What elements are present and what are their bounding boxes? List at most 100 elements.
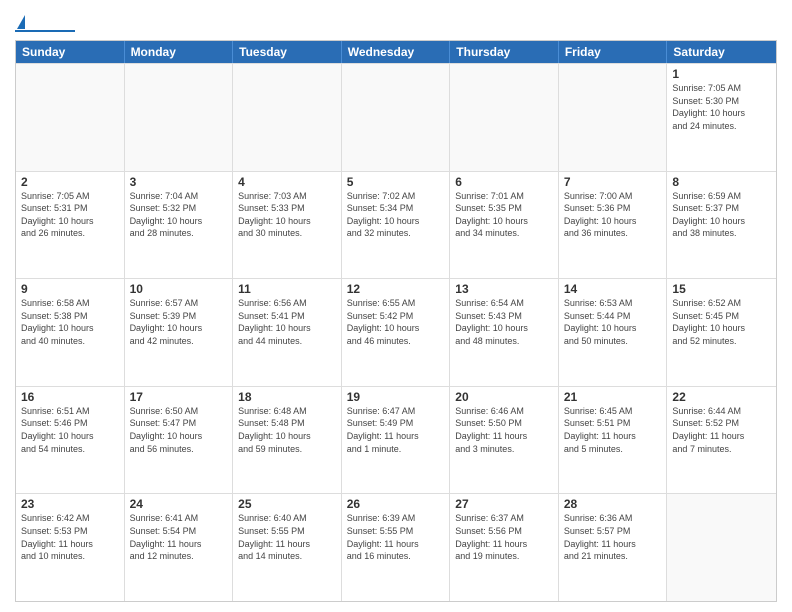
day-number: 8 — [672, 175, 771, 189]
day-info: Sunrise: 7:04 AM Sunset: 5:32 PM Dayligh… — [130, 190, 228, 240]
calendar-cell: 11Sunrise: 6:56 AM Sunset: 5:41 PM Dayli… — [233, 279, 342, 386]
calendar-cell: 12Sunrise: 6:55 AM Sunset: 5:42 PM Dayli… — [342, 279, 451, 386]
calendar-cell: 24Sunrise: 6:41 AM Sunset: 5:54 PM Dayli… — [125, 494, 234, 601]
weekday-header: Monday — [125, 41, 234, 63]
calendar-cell: 1Sunrise: 7:05 AM Sunset: 5:30 PM Daylig… — [667, 64, 776, 171]
weekday-header: Saturday — [667, 41, 776, 63]
calendar-cell: 6Sunrise: 7:01 AM Sunset: 5:35 PM Daylig… — [450, 172, 559, 279]
day-info: Sunrise: 6:47 AM Sunset: 5:49 PM Dayligh… — [347, 405, 445, 455]
calendar-header: SundayMondayTuesdayWednesdayThursdayFrid… — [16, 41, 776, 63]
day-info: Sunrise: 6:53 AM Sunset: 5:44 PM Dayligh… — [564, 297, 662, 347]
day-info: Sunrise: 6:52 AM Sunset: 5:45 PM Dayligh… — [672, 297, 771, 347]
day-number: 11 — [238, 282, 336, 296]
day-number: 27 — [455, 497, 553, 511]
day-info: Sunrise: 7:02 AM Sunset: 5:34 PM Dayligh… — [347, 190, 445, 240]
day-info: Sunrise: 6:37 AM Sunset: 5:56 PM Dayligh… — [455, 512, 553, 562]
page: SundayMondayTuesdayWednesdayThursdayFrid… — [0, 0, 792, 612]
calendar: SundayMondayTuesdayWednesdayThursdayFrid… — [15, 40, 777, 602]
calendar-cell: 9Sunrise: 6:58 AM Sunset: 5:38 PM Daylig… — [16, 279, 125, 386]
day-info: Sunrise: 6:45 AM Sunset: 5:51 PM Dayligh… — [564, 405, 662, 455]
calendar-row: 9Sunrise: 6:58 AM Sunset: 5:38 PM Daylig… — [16, 278, 776, 386]
calendar-row: 23Sunrise: 6:42 AM Sunset: 5:53 PM Dayli… — [16, 493, 776, 601]
calendar-cell — [450, 64, 559, 171]
day-info: Sunrise: 7:05 AM Sunset: 5:30 PM Dayligh… — [672, 82, 771, 132]
day-info: Sunrise: 7:01 AM Sunset: 5:35 PM Dayligh… — [455, 190, 553, 240]
day-number: 24 — [130, 497, 228, 511]
day-info: Sunrise: 6:36 AM Sunset: 5:57 PM Dayligh… — [564, 512, 662, 562]
day-number: 4 — [238, 175, 336, 189]
day-info: Sunrise: 6:55 AM Sunset: 5:42 PM Dayligh… — [347, 297, 445, 347]
weekday-header: Tuesday — [233, 41, 342, 63]
day-number: 26 — [347, 497, 445, 511]
day-number: 21 — [564, 390, 662, 404]
logo-triangle-icon — [17, 15, 25, 29]
day-number: 16 — [21, 390, 119, 404]
day-number: 10 — [130, 282, 228, 296]
calendar-cell: 8Sunrise: 6:59 AM Sunset: 5:37 PM Daylig… — [667, 172, 776, 279]
calendar-cell: 25Sunrise: 6:40 AM Sunset: 5:55 PM Dayli… — [233, 494, 342, 601]
day-number: 7 — [564, 175, 662, 189]
calendar-cell: 22Sunrise: 6:44 AM Sunset: 5:52 PM Dayli… — [667, 387, 776, 494]
calendar-cell: 21Sunrise: 6:45 AM Sunset: 5:51 PM Dayli… — [559, 387, 668, 494]
day-info: Sunrise: 6:42 AM Sunset: 5:53 PM Dayligh… — [21, 512, 119, 562]
day-info: Sunrise: 7:03 AM Sunset: 5:33 PM Dayligh… — [238, 190, 336, 240]
day-info: Sunrise: 6:50 AM Sunset: 5:47 PM Dayligh… — [130, 405, 228, 455]
calendar-cell — [125, 64, 234, 171]
day-info: Sunrise: 6:57 AM Sunset: 5:39 PM Dayligh… — [130, 297, 228, 347]
day-info: Sunrise: 6:59 AM Sunset: 5:37 PM Dayligh… — [672, 190, 771, 240]
day-info: Sunrise: 6:39 AM Sunset: 5:55 PM Dayligh… — [347, 512, 445, 562]
calendar-cell — [16, 64, 125, 171]
calendar-cell: 26Sunrise: 6:39 AM Sunset: 5:55 PM Dayli… — [342, 494, 451, 601]
calendar-cell: 4Sunrise: 7:03 AM Sunset: 5:33 PM Daylig… — [233, 172, 342, 279]
calendar-cell: 16Sunrise: 6:51 AM Sunset: 5:46 PM Dayli… — [16, 387, 125, 494]
day-number: 18 — [238, 390, 336, 404]
day-number: 28 — [564, 497, 662, 511]
calendar-cell — [342, 64, 451, 171]
calendar-cell — [559, 64, 668, 171]
calendar-body: 1Sunrise: 7:05 AM Sunset: 5:30 PM Daylig… — [16, 63, 776, 601]
day-info: Sunrise: 6:46 AM Sunset: 5:50 PM Dayligh… — [455, 405, 553, 455]
day-number: 5 — [347, 175, 445, 189]
calendar-cell: 28Sunrise: 6:36 AM Sunset: 5:57 PM Dayli… — [559, 494, 668, 601]
weekday-header: Friday — [559, 41, 668, 63]
calendar-cell: 3Sunrise: 7:04 AM Sunset: 5:32 PM Daylig… — [125, 172, 234, 279]
day-info: Sunrise: 6:56 AM Sunset: 5:41 PM Dayligh… — [238, 297, 336, 347]
logo — [15, 15, 75, 32]
day-number: 15 — [672, 282, 771, 296]
day-number: 6 — [455, 175, 553, 189]
day-info: Sunrise: 6:54 AM Sunset: 5:43 PM Dayligh… — [455, 297, 553, 347]
day-info: Sunrise: 6:40 AM Sunset: 5:55 PM Dayligh… — [238, 512, 336, 562]
calendar-cell: 10Sunrise: 6:57 AM Sunset: 5:39 PM Dayli… — [125, 279, 234, 386]
day-info: Sunrise: 7:00 AM Sunset: 5:36 PM Dayligh… — [564, 190, 662, 240]
calendar-cell: 20Sunrise: 6:46 AM Sunset: 5:50 PM Dayli… — [450, 387, 559, 494]
day-number: 19 — [347, 390, 445, 404]
calendar-cell: 5Sunrise: 7:02 AM Sunset: 5:34 PM Daylig… — [342, 172, 451, 279]
calendar-row: 1Sunrise: 7:05 AM Sunset: 5:30 PM Daylig… — [16, 63, 776, 171]
calendar-cell: 19Sunrise: 6:47 AM Sunset: 5:49 PM Dayli… — [342, 387, 451, 494]
day-number: 23 — [21, 497, 119, 511]
weekday-header: Sunday — [16, 41, 125, 63]
weekday-header: Thursday — [450, 41, 559, 63]
calendar-cell: 2Sunrise: 7:05 AM Sunset: 5:31 PM Daylig… — [16, 172, 125, 279]
day-number: 3 — [130, 175, 228, 189]
calendar-row: 16Sunrise: 6:51 AM Sunset: 5:46 PM Dayli… — [16, 386, 776, 494]
day-number: 20 — [455, 390, 553, 404]
day-info: Sunrise: 6:51 AM Sunset: 5:46 PM Dayligh… — [21, 405, 119, 455]
day-number: 12 — [347, 282, 445, 296]
day-number: 17 — [130, 390, 228, 404]
calendar-cell: 18Sunrise: 6:48 AM Sunset: 5:48 PM Dayli… — [233, 387, 342, 494]
calendar-cell: 27Sunrise: 6:37 AM Sunset: 5:56 PM Dayli… — [450, 494, 559, 601]
day-number: 2 — [21, 175, 119, 189]
day-number: 1 — [672, 67, 771, 81]
day-info: Sunrise: 6:41 AM Sunset: 5:54 PM Dayligh… — [130, 512, 228, 562]
calendar-cell — [233, 64, 342, 171]
day-number: 22 — [672, 390, 771, 404]
day-number: 25 — [238, 497, 336, 511]
calendar-cell: 7Sunrise: 7:00 AM Sunset: 5:36 PM Daylig… — [559, 172, 668, 279]
calendar-row: 2Sunrise: 7:05 AM Sunset: 5:31 PM Daylig… — [16, 171, 776, 279]
day-number: 14 — [564, 282, 662, 296]
day-info: Sunrise: 6:58 AM Sunset: 5:38 PM Dayligh… — [21, 297, 119, 347]
calendar-cell: 15Sunrise: 6:52 AM Sunset: 5:45 PM Dayli… — [667, 279, 776, 386]
day-info: Sunrise: 6:48 AM Sunset: 5:48 PM Dayligh… — [238, 405, 336, 455]
calendar-cell: 17Sunrise: 6:50 AM Sunset: 5:47 PM Dayli… — [125, 387, 234, 494]
